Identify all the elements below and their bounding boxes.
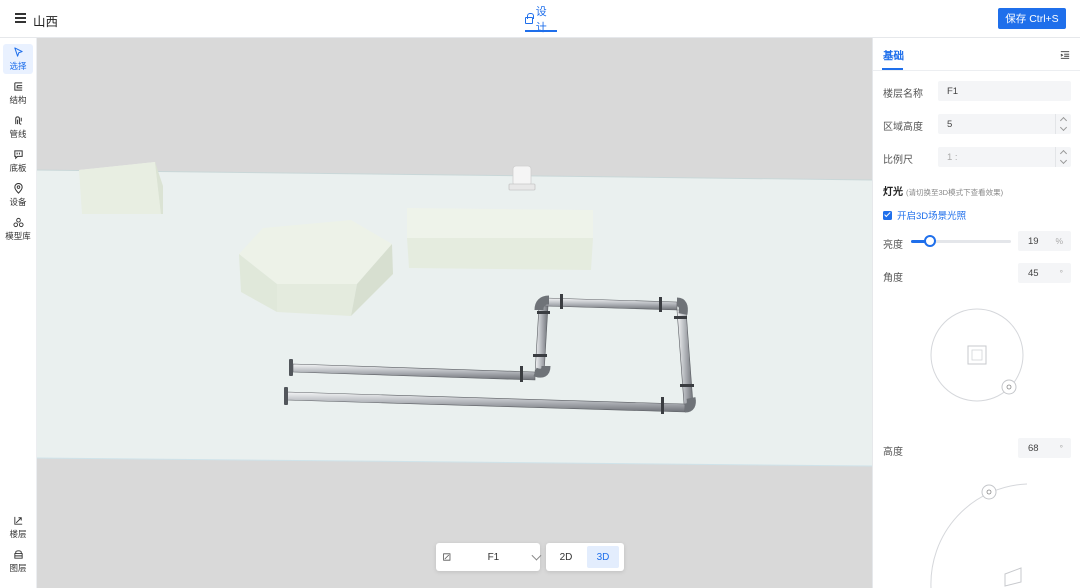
scale-label: 比例尺 [883, 155, 913, 166]
3d-viewport[interactable]: F1 2D 3D [37, 38, 872, 588]
light-title: 灯光 [883, 187, 903, 198]
cursor-icon [13, 46, 23, 57]
floor-name-value: F1 [947, 85, 959, 97]
angle-dial[interactable] [927, 305, 1027, 405]
divider [873, 70, 1080, 71]
region-height-field[interactable]: 5 [938, 114, 1071, 134]
view-3d-button[interactable]: 3D [587, 546, 619, 568]
floor-icon [13, 516, 22, 525]
block-model[interactable] [79, 162, 163, 214]
project-title: 山西 [33, 15, 59, 29]
pipeline-icon [14, 115, 22, 125]
sidebar-item-floorplate[interactable]: 底板 [3, 146, 33, 176]
tab-design[interactable]: 设计 [525, 0, 557, 38]
light-hint: (请切换至3D模式下查看效果) [906, 188, 1004, 197]
sidebar-item-select[interactable]: 选择 [3, 44, 33, 74]
sidebar-item-pipeline[interactable]: 管线 [3, 112, 33, 142]
sidebar-item-label: 设备 [9, 196, 27, 207]
floor-icon [443, 553, 451, 561]
model-library-icon [12, 217, 24, 227]
brightness-input[interactable]: 19% [1018, 231, 1071, 251]
sidebar-item-label: 结构 [9, 94, 27, 105]
scale-field[interactable]: 1 : [938, 147, 1071, 167]
brightness-unit: % [1055, 236, 1063, 246]
structure-icon [13, 81, 22, 91]
scene [37, 162, 872, 467]
floor-name-field[interactable]: F1 [938, 81, 1071, 101]
height-value: 68 [1028, 442, 1039, 454]
angle-input[interactable]: 45 ° [1018, 263, 1071, 283]
brightness-label: 亮度 [883, 240, 903, 251]
sidebar-item-label: 图层 [9, 562, 27, 573]
left-toolbar: 选择 结构 管线 底板 设备 模型库 楼层 图层 [0, 38, 37, 588]
height-input[interactable]: 68 ° [1018, 438, 1071, 458]
sidebar-item-device[interactable]: 设备 [3, 180, 33, 210]
sidebar-item-layer[interactable]: 图层 [3, 546, 33, 576]
brightness-value: 19 [1028, 235, 1039, 247]
menu-icon[interactable] [15, 13, 26, 23]
sun-icon[interactable] [1001, 379, 1017, 395]
sun-icon[interactable] [981, 484, 997, 500]
device-icon [13, 182, 23, 194]
stepper-icon[interactable] [1055, 114, 1071, 134]
save-button[interactable]: 保存 Ctrl+S [998, 8, 1066, 29]
angle-value: 45 [1028, 267, 1039, 279]
block-model[interactable] [407, 208, 593, 270]
sidebar-item-label: 模型库 [5, 230, 31, 241]
view-2d-button[interactable]: 2D [550, 546, 582, 568]
sidebar-item-label: 楼层 [9, 528, 27, 539]
floor-selector[interactable]: F1 [436, 543, 542, 571]
scale-value: 1 : [947, 151, 958, 163]
sidebar-item-label: 底板 [9, 162, 27, 173]
floor-selector-value: F1 [487, 551, 500, 563]
height-dial[interactable] [927, 478, 1080, 588]
sidebar-item-floor[interactable]: 楼层 [3, 512, 33, 542]
floor-name-label: 楼层名称 [883, 89, 923, 100]
sidebar-item-label: 管线 [9, 128, 27, 139]
tab-basic[interactable]: 基础 [883, 48, 904, 63]
height-unit: ° [1059, 443, 1063, 453]
collapse-panel-icon[interactable] [1060, 50, 1070, 60]
tab-design-label: 设计 [535, 6, 547, 34]
enable-light-checkbox[interactable]: 开启3D场景光照 [883, 208, 966, 222]
slider-thumb[interactable] [924, 235, 936, 247]
sidebar-item-label: 选择 [9, 60, 27, 71]
properties-panel: 基础 楼层名称 F1 区域高度 5 比例尺 1 : 灯光 (请切换至3D模式下查看… [872, 38, 1080, 588]
region-height-value: 5 [947, 118, 953, 130]
region-height-label: 区域高度 [883, 122, 923, 133]
checkbox-icon[interactable] [883, 210, 892, 220]
layer-icon [13, 549, 23, 559]
lock-icon [525, 12, 534, 24]
top-bar: 山西 设计 保存 Ctrl+S [0, 0, 1080, 38]
stepper-icon[interactable] [1055, 147, 1071, 167]
height-label: 高度 [883, 447, 903, 458]
angle-label: 角度 [883, 273, 903, 284]
brightness-slider[interactable] [911, 235, 1011, 247]
sidebar-item-structure[interactable]: 结构 [3, 78, 33, 108]
enable-light-label: 开启3D场景光照 [897, 211, 967, 222]
angle-unit: ° [1059, 268, 1063, 278]
light-section-title: 灯光 (请切换至3D模式下查看效果) [883, 183, 1003, 198]
floorplate-icon [13, 149, 23, 159]
view-mode-toggle: 2D 3D [546, 543, 624, 571]
device-model[interactable] [508, 165, 536, 191]
sidebar-item-model-library[interactable]: 模型库 [3, 214, 33, 244]
